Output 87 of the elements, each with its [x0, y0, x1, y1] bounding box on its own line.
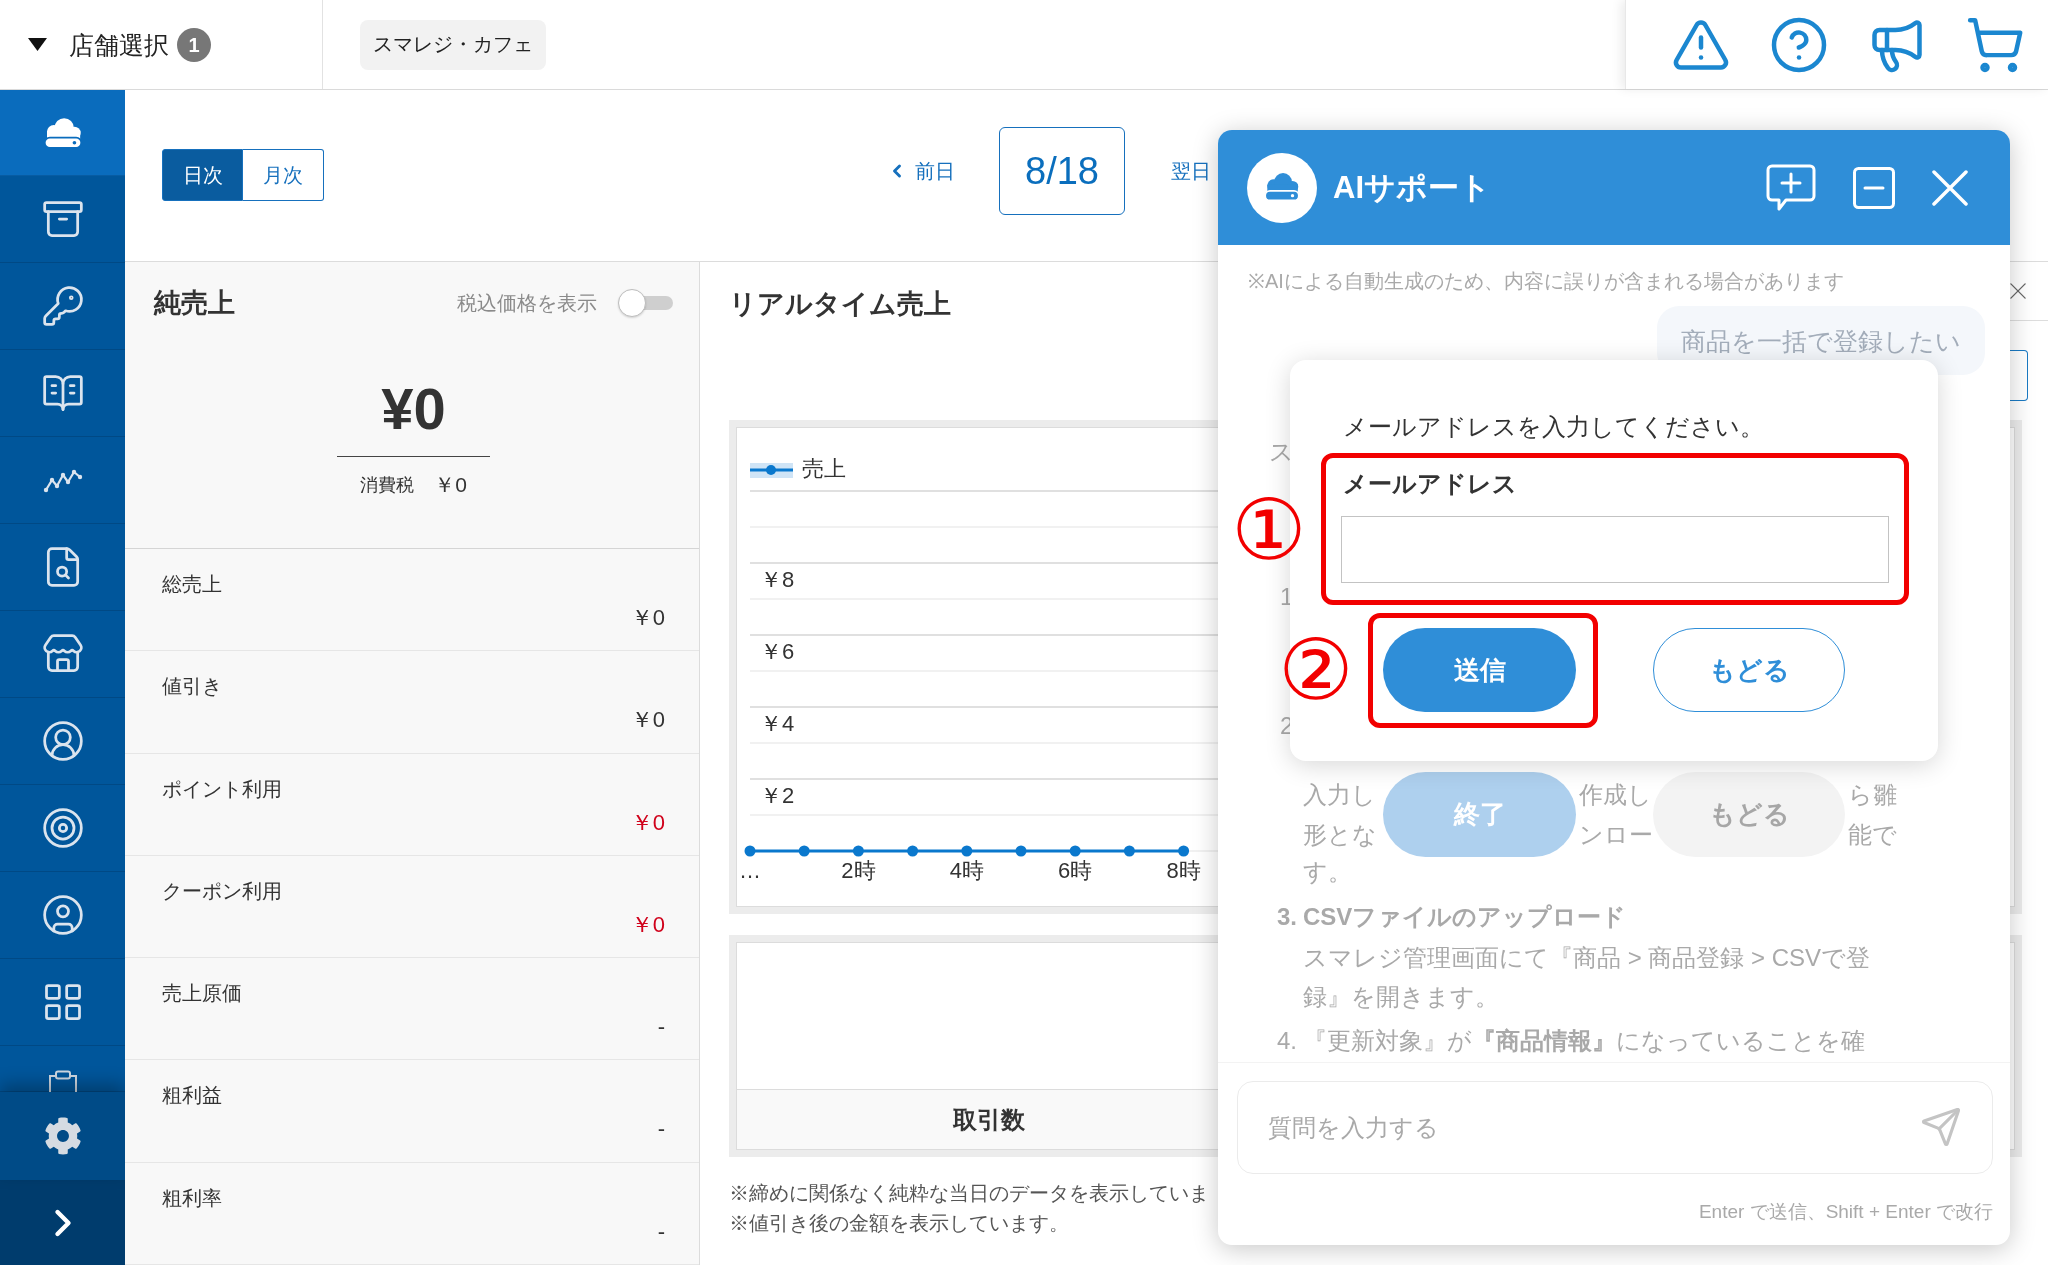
metric-value: ￥0 [630, 706, 665, 735]
back-button[interactable]: もどる [1653, 628, 1845, 712]
input-hint: Enter で送信、Shift + Enter で改行 [1698, 1200, 1993, 1224]
footnote: ※締めに関係なく純粋な当日のデータを表示していま [729, 1181, 1209, 1206]
close-icon[interactable] [2010, 283, 2026, 299]
answer-text: スマレジ管理画面にて『商品 > 商品登録 > CSVで登録』を開きます。 [1303, 943, 1872, 1012]
y-axis-label: ￥8 [760, 566, 795, 592]
answer-text-fragment: ス [1269, 438, 1294, 466]
field-label: メールアドレス [1343, 469, 1517, 499]
window-title: AIサポート [1333, 168, 1491, 207]
metric-label: 粗利率 [162, 1185, 222, 1211]
period-tab[interactable]: 月次 [243, 149, 324, 201]
send-button[interactable]: 送信 [1383, 628, 1576, 712]
caret-icon [28, 38, 47, 51]
x-axis-label: 2時 [841, 857, 876, 883]
metric-value: - [657, 1013, 665, 1042]
answer-text-fragment: ら雛 [1848, 780, 1897, 810]
metric-value: - [657, 1217, 665, 1246]
chat-plus-icon[interactable] [1766, 163, 1816, 212]
x-axis-label: … [739, 857, 761, 883]
list-number: 3. [1277, 903, 1298, 931]
tax-label: 消費税 [360, 474, 415, 497]
panel-title: 純売上 [154, 287, 235, 320]
target-icon [40, 806, 85, 850]
metric-value: ￥0 [630, 910, 665, 939]
key-icon [40, 284, 85, 328]
x-axis-label: 4時 [949, 857, 984, 883]
data-point [798, 845, 810, 857]
user-circle-icon [40, 719, 85, 763]
data-point [1015, 845, 1027, 857]
data-point [1123, 845, 1135, 857]
data-point [1178, 845, 1190, 857]
settings-button[interactable] [0, 1092, 125, 1180]
period-tab[interactable]: 日次 [162, 149, 243, 201]
step-marker: ① [1230, 488, 1308, 572]
tax-amount: ￥0 [434, 472, 467, 498]
step-marker: ② [1277, 628, 1355, 712]
answer-text: 『更新対象』が『商品情報』になっていることを確 [1303, 1026, 1865, 1056]
user-circle-icon [40, 893, 85, 937]
net-sales-amount: ¥0 [381, 377, 446, 441]
stat-title: 取引数 [952, 1104, 1025, 1135]
data-point [1069, 845, 1081, 857]
email-input-field[interactable] [1341, 516, 1889, 583]
minimize-icon[interactable] [1853, 166, 1895, 209]
count-badge: 1 [177, 27, 211, 62]
x-axis-label: 8時 [1166, 857, 1201, 883]
metric-label: クーポン利用 [162, 878, 282, 904]
legend-marker-icon [750, 463, 793, 478]
x-axis-label: 6時 [1058, 857, 1093, 883]
metric-value: - [657, 1115, 665, 1144]
data-point [907, 845, 919, 857]
nav-item[interactable] [0, 90, 125, 176]
cloud-logo-icon [1247, 152, 1317, 223]
metric-value: ￥0 [630, 808, 665, 837]
step-heading: CSVファイルのアップロード [1303, 903, 1627, 931]
panel-title: リアルタイム売上 [729, 288, 951, 321]
y-axis-label: ￥4 [760, 710, 795, 736]
answer-text-fragment: 入力し [1303, 780, 1376, 810]
next-day-link[interactable]: 翌日 [1171, 158, 1211, 184]
y-axis-label: ￥6 [760, 638, 795, 664]
settings-icon [43, 1117, 82, 1155]
date-field[interactable]: 8/18 [999, 127, 1125, 215]
metric-label: 売上原価 [162, 981, 242, 1007]
answer-text-fragment: 能で [1848, 820, 1897, 850]
y-axis-label: ￥2 [760, 782, 795, 808]
current-store-tag: スマレジ・カフェ [360, 19, 546, 70]
answer-text-fragment: ンロー [1579, 820, 1653, 850]
legend-label: 売上 [802, 455, 846, 481]
metric-label: ポイント利用 [162, 776, 282, 802]
data-point [961, 845, 973, 857]
data-point [852, 845, 864, 857]
toggle-label: 税込価格を表示 [457, 291, 597, 316]
metric-label: 総売上 [162, 572, 222, 597]
metric-label: 粗利益 [162, 1083, 222, 1109]
answer-text-fragment: 作成し [1579, 780, 1652, 810]
disclaimer-text: ※AIによる自動生成のため、内容に誤りが含まれる場合があります [1248, 269, 1844, 294]
answer-text-fragment: す。 [1303, 858, 1352, 886]
metric-label: 値引き [162, 674, 222, 700]
tax-toggle-switch[interactable] [618, 289, 673, 317]
footnote: ※値引き後の金額を表示しています。 [729, 1211, 1069, 1236]
list-number: 4. [1277, 1026, 1298, 1056]
dialog-prompt: メールアドレスを入力してください。 [1343, 412, 1764, 442]
data-point [744, 845, 756, 857]
metric-value: ￥0 [630, 604, 665, 632]
answer-text-fragment: 形とな [1303, 820, 1377, 850]
question-input-field[interactable]: 質問を入力する [1237, 1081, 1993, 1174]
previous-day-link[interactable]: 前日 [887, 158, 955, 184]
